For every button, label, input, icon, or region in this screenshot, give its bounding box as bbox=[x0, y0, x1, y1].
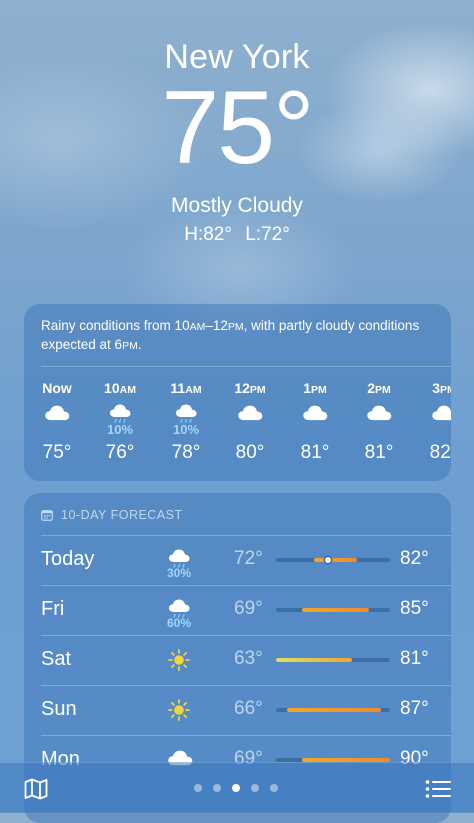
high-temperature: H:82° bbox=[184, 224, 232, 245]
bottom-toolbar bbox=[0, 762, 474, 813]
day-high-temperature: 82° bbox=[400, 548, 429, 569]
day-high-temperature: 81° bbox=[400, 648, 429, 669]
temperature-range-fill bbox=[287, 708, 381, 712]
cloud-rain-icon bbox=[106, 400, 134, 424]
page-dot[interactable] bbox=[194, 784, 202, 792]
hour-label: 2PM bbox=[367, 380, 391, 396]
sun-icon bbox=[168, 649, 190, 671]
temperature-range-bar bbox=[276, 708, 390, 712]
day-low-temperature: 72° bbox=[234, 548, 263, 569]
day-high-temperature: 87° bbox=[400, 698, 429, 719]
hourly-scroller[interactable]: Now 75° 10AM 10% 76° 11AM 10% 78° 12PM 8… bbox=[24, 376, 451, 476]
sun-icon bbox=[168, 699, 190, 721]
page-dot[interactable] bbox=[270, 784, 278, 792]
current-temp-marker bbox=[325, 557, 332, 563]
day-row[interactable]: Sun 66° 87° bbox=[24, 685, 451, 735]
temperature-range-fill bbox=[302, 608, 370, 612]
temperature-range-bar bbox=[276, 658, 390, 662]
hour-temperature: 81° bbox=[300, 442, 330, 463]
cloud-icon bbox=[365, 400, 393, 424]
day-row[interactable]: Sat 63° 81° bbox=[24, 635, 451, 685]
cloud-rain-icon bbox=[172, 400, 200, 424]
page-dot[interactable] bbox=[251, 784, 259, 792]
day-name: Today bbox=[41, 548, 95, 570]
cloud-icon bbox=[301, 400, 329, 424]
hour-precip-chance: 10% bbox=[172, 422, 200, 437]
hourly-forecast-card[interactable]: Rainy conditions from 10AM–12PM, with pa… bbox=[24, 304, 451, 481]
hour-label: 3PM bbox=[432, 380, 451, 396]
current-condition: Mostly Cloudy bbox=[171, 194, 303, 217]
day-row[interactable]: Fri 60% 69° 85° bbox=[24, 585, 451, 635]
calendar-icon bbox=[41, 510, 53, 521]
ten-day-header: 10-DAY FORECAST bbox=[41, 507, 183, 523]
hour-temperature: 81° bbox=[364, 442, 394, 463]
current-temperature: 75° bbox=[161, 70, 314, 186]
ten-day-header-label: 10-DAY FORECAST bbox=[61, 508, 183, 522]
hour-label: 12PM bbox=[234, 380, 266, 396]
hour-label: 11AM bbox=[170, 380, 202, 396]
page-indicator[interactable] bbox=[194, 784, 284, 794]
day-low-temperature: 63° bbox=[234, 648, 263, 669]
cloud-rain-icon bbox=[166, 595, 192, 618]
day-low-temperature: 69° bbox=[234, 598, 263, 619]
day-precip-chance: 30% bbox=[166, 566, 192, 580]
day-precip-chance: 60% bbox=[166, 616, 192, 630]
day-name: Fri bbox=[41, 598, 65, 620]
hour-temperature: 80° bbox=[235, 442, 265, 463]
low-temperature: L:72° bbox=[245, 224, 290, 245]
day-name: Sat bbox=[41, 648, 72, 670]
temperature-range-fill bbox=[276, 658, 353, 662]
hourly-summary: Rainy conditions from 10AM–12PM, with pa… bbox=[41, 318, 420, 352]
hour-label: 1PM bbox=[303, 380, 327, 396]
high-low: H:82° L:72° bbox=[0, 224, 474, 246]
day-high-temperature: 85° bbox=[400, 598, 429, 619]
hour-temperature: 82° bbox=[429, 442, 451, 463]
hour-label: Now bbox=[42, 380, 72, 396]
cloud-icon bbox=[430, 400, 451, 424]
cloud-icon bbox=[236, 400, 264, 424]
temperature-range-bar bbox=[276, 608, 390, 612]
hour-temperature: 75° bbox=[42, 442, 72, 463]
hour-temperature: 76° bbox=[105, 442, 135, 463]
hour-temperature: 78° bbox=[171, 442, 201, 463]
page-dot[interactable] bbox=[213, 784, 221, 792]
day-row[interactable]: Today 30% 72° 82° bbox=[24, 535, 451, 585]
cloud-rain-icon bbox=[166, 545, 192, 568]
hour-label: 10AM bbox=[104, 380, 136, 396]
list-icon[interactable] bbox=[425, 779, 451, 799]
temperature-range-bar bbox=[276, 557, 390, 563]
page-dot-active[interactable] bbox=[232, 784, 240, 792]
day-low-temperature: 66° bbox=[234, 698, 263, 719]
map-icon[interactable] bbox=[24, 778, 48, 800]
divider bbox=[41, 366, 451, 367]
temperature-range-fill bbox=[313, 558, 357, 562]
day-name: Sun bbox=[41, 698, 77, 720]
cloud-icon bbox=[43, 400, 71, 424]
hour-precip-chance: 10% bbox=[106, 422, 134, 437]
